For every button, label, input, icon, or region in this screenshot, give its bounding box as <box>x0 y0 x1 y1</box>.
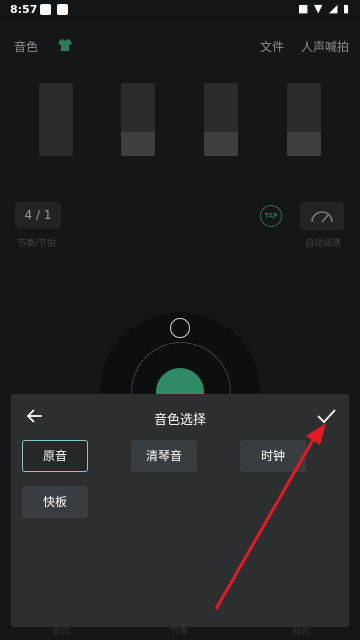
file-button[interactable]: 文件 <box>260 38 284 55</box>
sheet-title: 音色选择 <box>153 413 206 428</box>
top-bar: 音色 文件 人声喊拍 <box>0 30 360 60</box>
dial-knob[interactable] <box>170 318 190 338</box>
beat-slider-2[interactable] <box>121 83 155 156</box>
battery-icon: ▮ <box>343 2 350 15</box>
status-bar: 8:57 ■ ▼ ◢ ▮ <box>0 0 360 20</box>
beats-selector[interactable]: 4 / 1 <box>15 202 61 229</box>
speedometer-icon <box>311 211 333 223</box>
option-clapper[interactable]: 快板 <box>22 486 88 518</box>
confirm-check-icon[interactable] <box>315 406 337 426</box>
voice-count-button[interactable]: 人声喊拍 <box>301 38 349 55</box>
auto-tempo-button[interactable] <box>300 202 344 230</box>
shirt-icon[interactable] <box>57 38 73 52</box>
option-original[interactable]: 原音 <box>22 440 88 472</box>
briefcase-icon: ■ <box>298 2 309 15</box>
beat-slider-3[interactable] <box>204 83 238 156</box>
notification-icon <box>40 4 51 15</box>
timbre-label[interactable]: 音色 <box>14 38 38 55</box>
tap-button[interactable]: TAP <box>260 205 282 227</box>
option-clear-piano[interactable]: 清琴音 <box>131 440 197 472</box>
app-screen: 8:57 ■ ▼ ◢ ▮ 音色 文件 人声喊拍 4 / 1 节奏/节拍 TAP … <box>0 0 360 640</box>
status-time: 8:57 <box>10 3 38 16</box>
app-notification-icon <box>57 4 68 15</box>
signal-icon: ◢ <box>329 2 338 15</box>
beats-caption: 节奏/节拍 <box>17 239 57 249</box>
beat-slider-1[interactable] <box>39 83 73 156</box>
wifi-icon: ▼ <box>314 2 323 15</box>
option-clock[interactable]: 时钟 <box>240 440 306 472</box>
auto-tempo-caption: 自动调速 <box>305 239 342 249</box>
timbre-selection-sheet: 音色选择 原音 清琴音 时钟 快板 <box>11 394 349 627</box>
beat-slider-4[interactable] <box>287 83 321 156</box>
